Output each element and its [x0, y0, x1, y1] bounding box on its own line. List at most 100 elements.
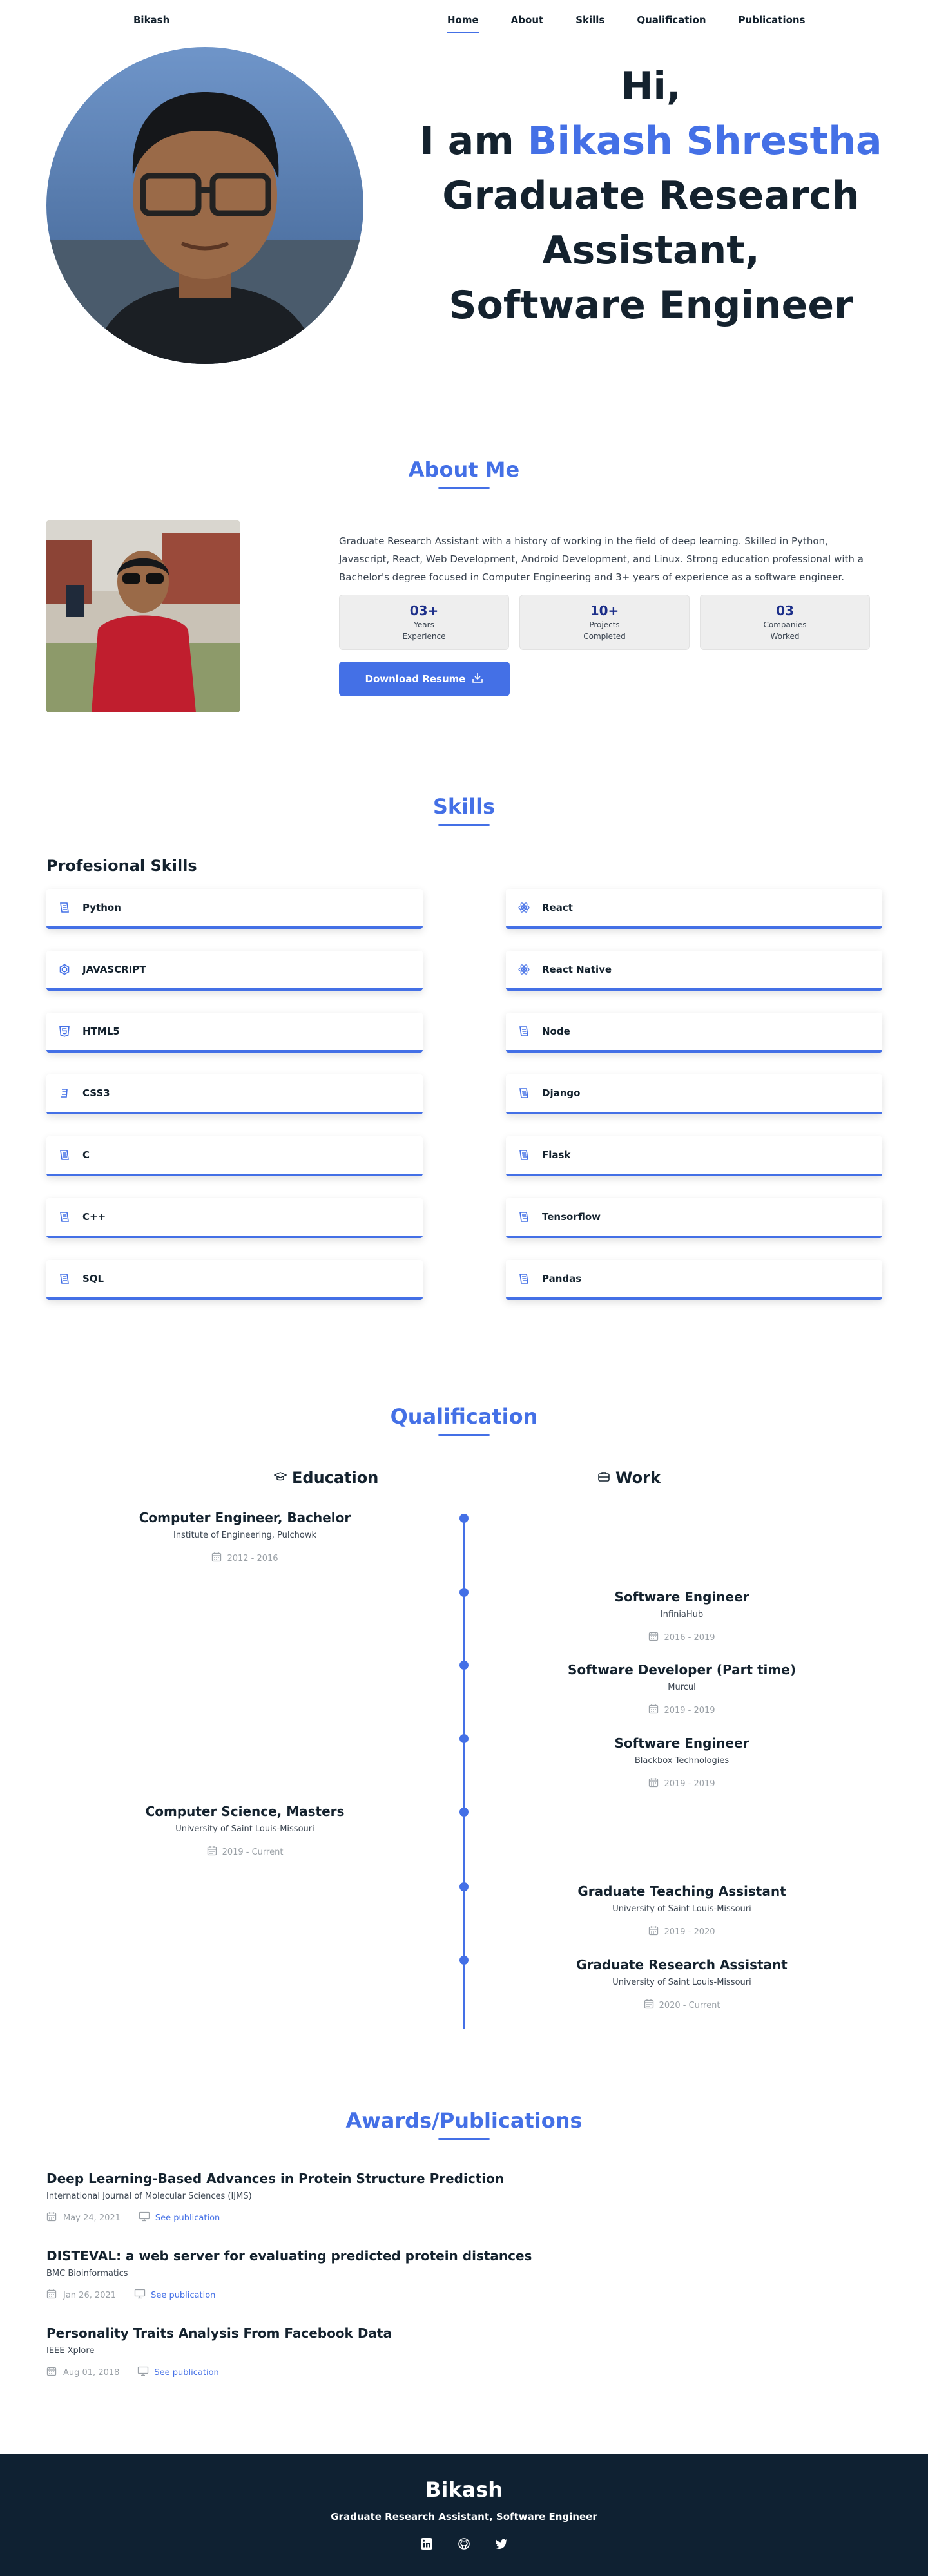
- nav-link-home[interactable]: Home: [447, 14, 479, 33]
- title-underline: [438, 487, 490, 489]
- qualification-title: Graduate Teaching Assistant: [577, 1884, 786, 1899]
- see-publication-link[interactable]: See publication: [137, 2366, 219, 2379]
- skill-card-css3: CSS3: [46, 1074, 423, 1114]
- hero-greeting: Hi,: [621, 64, 681, 109]
- qualification-org: Murcul: [668, 1683, 696, 1692]
- qualification-org: University of Saint Louis-Missouri: [175, 1824, 314, 1834]
- date-text: 2019 - 2020: [664, 1927, 715, 1937]
- stat-label-line1: Companies: [763, 620, 807, 629]
- publication-date: Jan 26, 2021: [63, 2290, 117, 2300]
- hero-name: Bikash Shrestha: [527, 119, 882, 164]
- calendar-icon: [648, 1631, 659, 1644]
- footer-role: Graduate Research Assistant, Software En…: [331, 2511, 597, 2523]
- see-publication-link[interactable]: See publication: [134, 2289, 215, 2302]
- scroll-icon: [58, 1272, 71, 1285]
- brand-logo[interactable]: Bikash: [133, 14, 169, 26]
- timeline-dot: [459, 1956, 469, 1965]
- skill-name: HTML5: [82, 1026, 120, 1037]
- skill-card-react-native: React Native: [506, 951, 882, 991]
- timeline-dot: [459, 1882, 469, 1891]
- qualification-item: Software Engineer InfiniaHub 2016 - 2019: [534, 1589, 830, 1644]
- date-text: 2020 - Current: [659, 2000, 720, 2010]
- stat-number: 03: [776, 603, 794, 618]
- qualification-item: Graduate Research Assistant University of…: [534, 1957, 830, 2012]
- hero-intro-prefix: I am: [420, 119, 528, 164]
- publication-item: DISTEVAL: a web server for evaluating pr…: [46, 2248, 820, 2302]
- graduation-cap-icon: [273, 1469, 287, 1487]
- calendar-icon: [211, 1552, 222, 1565]
- title-underline: [438, 1434, 490, 1436]
- calendar-icon: [648, 1925, 659, 1938]
- css3-icon: [58, 1087, 71, 1100]
- date-text: 2012 - 2016: [227, 1553, 278, 1563]
- publication-meta: May 24, 2021 See publication: [46, 2211, 820, 2224]
- scroll-icon: [517, 1087, 530, 1100]
- stat-label-line2: Completed: [583, 632, 626, 641]
- skill-name: React: [542, 902, 573, 913]
- stat-label-line2: Experience: [402, 632, 446, 641]
- skill-name: Python: [82, 902, 121, 913]
- nav-link-skills[interactable]: Skills: [575, 14, 604, 26]
- work-label: Work: [615, 1469, 661, 1487]
- skill-name: Tensorflow: [542, 1211, 601, 1223]
- skill-name: C++: [82, 1211, 106, 1223]
- nav-link-qualification[interactable]: Qualification: [637, 14, 706, 26]
- scroll-icon: [517, 1149, 530, 1161]
- publications-title-text: Awards/Publications: [345, 2108, 583, 2133]
- twitter-icon[interactable]: [494, 2537, 508, 2551]
- footer-name: Bikash: [425, 2477, 503, 2502]
- publication-date: May 24, 2021: [63, 2213, 121, 2223]
- skill-card-react: React: [506, 889, 882, 929]
- qualification-date: 2016 - 2019: [534, 1631, 830, 1644]
- qualification-date: 2019 - 2019: [534, 1704, 830, 1717]
- see-publication-label: See publication: [155, 2213, 220, 2223]
- work-heading[interactable]: Work: [597, 1469, 661, 1487]
- qualification-date: 2012 - 2016: [97, 1552, 393, 1565]
- github-icon[interactable]: [457, 2537, 471, 2551]
- skill-name: SQL: [82, 1273, 104, 1284]
- nav-link-about[interactable]: About: [511, 14, 544, 26]
- skills-title-text: Skills: [432, 794, 496, 819]
- download-resume-label: Download Resume: [365, 673, 466, 685]
- publication-date: Aug 01, 2018: [63, 2367, 120, 2378]
- qualification-org: Blackbox Technologies: [634, 1756, 730, 1766]
- linkedin-icon[interactable]: [420, 2537, 434, 2551]
- qualification-section-title: Qualification: [0, 1404, 928, 1436]
- calendar-icon: [207, 1846, 217, 1858]
- skill-name: CSS3: [82, 1087, 110, 1099]
- top-navbar: Bikash Home About Skills Qualification P…: [0, 0, 928, 41]
- date-text: 2019 - Current: [222, 1847, 284, 1857]
- publication-journal: IEEE Xplore: [46, 2346, 95, 2356]
- scroll-icon: [58, 901, 71, 914]
- stat-card-companies: 03 Companies Worked: [700, 595, 870, 650]
- skill-card-python: Python: [46, 889, 423, 929]
- date-text: 2019 - 2019: [664, 1705, 715, 1715]
- nav-link-publications[interactable]: Publications: [739, 14, 806, 26]
- stat-label-line1: Years: [414, 620, 434, 629]
- calendar-icon: [46, 2211, 57, 2224]
- monitor-icon: [139, 2211, 150, 2224]
- skill-name: Django: [542, 1087, 581, 1099]
- download-resume-button[interactable]: Download Resume: [339, 662, 510, 696]
- nav-menu: Home About Skills Qualification Publicat…: [447, 14, 838, 33]
- skill-name: Flask: [542, 1149, 571, 1161]
- skill-card-javascript: JAVASCRIPT: [46, 951, 423, 991]
- scroll-icon: [517, 1210, 530, 1223]
- see-publication-link[interactable]: See publication: [139, 2211, 220, 2224]
- skills-subtitle: Profesional Skills: [46, 857, 197, 875]
- qualification-title: Graduate Research Assistant: [576, 1957, 788, 1972]
- skill-card-c-: C++: [46, 1198, 423, 1238]
- scroll-icon: [58, 1210, 71, 1223]
- calendar-icon: [46, 2366, 57, 2379]
- scroll-icon: [517, 1025, 530, 1038]
- timeline-dot: [459, 1734, 469, 1743]
- qualification-title: Computer Engineer, Bachelor: [139, 1510, 351, 1525]
- monitor-icon: [137, 2366, 149, 2379]
- calendar-icon: [648, 1777, 659, 1790]
- about-title-text: About Me: [408, 457, 520, 482]
- publication-item: Personality Traits Analysis From Faceboo…: [46, 2325, 820, 2379]
- hero-profile-photo: [46, 47, 363, 364]
- atom-icon: [517, 963, 530, 976]
- education-heading[interactable]: Education: [273, 1469, 378, 1487]
- qualification-item: Graduate Teaching Assistant University of…: [534, 1884, 830, 1938]
